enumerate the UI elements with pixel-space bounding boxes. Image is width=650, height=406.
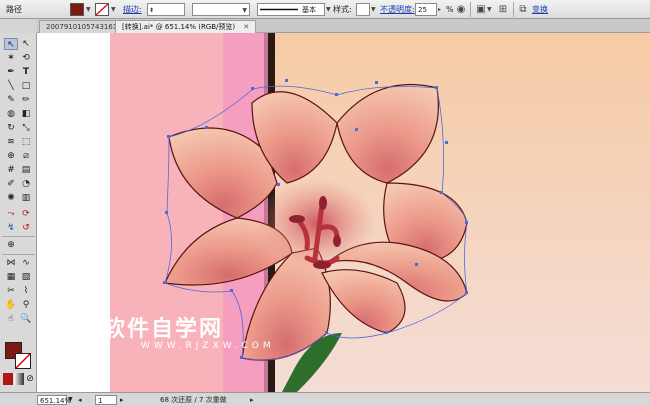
gradient-icon[interactable]: ▤ — [19, 164, 33, 176]
opacity-input[interactable]: 25 — [415, 3, 437, 16]
object-type-label: 路径 — [6, 5, 22, 14]
tab-label: [转换].ai* @ 651.14% (RGB/预览) — [122, 23, 236, 31]
stroke-weight-field[interactable]: ⬍ — [147, 3, 185, 16]
tab-document-1[interactable]: 2007910105743161 — [39, 20, 125, 33]
watermark-url: WWW.RJZXW.COM — [141, 341, 275, 351]
chevron-down-icon: ▼ — [242, 7, 247, 14]
first-page-icon[interactable]: ◂ — [78, 395, 82, 405]
scale-icon[interactable]: ⤡ — [19, 122, 33, 134]
close-icon[interactable]: ✕ — [243, 23, 249, 31]
graphic-style-swatch[interactable] — [356, 3, 370, 16]
paintbrush-icon[interactable]: ✎ — [4, 94, 18, 106]
selection-arrow-icon[interactable]: ↖ — [4, 38, 18, 50]
path-tool-icon[interactable]: ↯ — [4, 222, 18, 234]
watermark-title: 软件自学网 — [103, 317, 224, 342]
slice-icon[interactable]: ∿ — [19, 257, 33, 269]
reshape-icon[interactable]: ↺ — [19, 222, 33, 234]
opacity-label[interactable]: 不透明度: — [380, 3, 415, 16]
type-icon[interactable]: T — [19, 66, 33, 78]
mesh-icon[interactable]: # — [4, 164, 18, 176]
no-stroke-icon[interactable] — [95, 3, 109, 16]
zoom-icon[interactable]: ⚲ — [19, 299, 33, 311]
magnify-icon[interactable]: 🔍 — [19, 313, 33, 325]
zoom-dropdown-icon[interactable]: ▼ — [68, 395, 73, 405]
color-mode-icon[interactable] — [3, 373, 13, 385]
graph-icon[interactable]: ▧ — [19, 271, 33, 283]
stroke-label[interactable]: 描边: — [123, 3, 142, 16]
rectangle-icon[interactable]: □ — [19, 80, 33, 92]
align-dropdown-icon[interactable]: ▼ — [487, 3, 492, 16]
eraser-icon[interactable]: ◧ — [19, 108, 33, 120]
status-menu-icon[interactable]: ▸ — [250, 395, 254, 405]
toolbar-divider — [513, 2, 514, 17]
recolor-icon[interactable]: ◉ — [455, 3, 467, 16]
zoom-field[interactable]: 651.14% — [37, 395, 71, 405]
style-dropdown-icon[interactable]: ▼ — [371, 3, 376, 16]
tools-panel: ↖ ↖ ✶ ⟲ ✒ T ╲ □ ✎ ✏ ◍ ◧ ↻ ⤡ ≋ ⬚ ⊕ ⧄ # ▤ … — [0, 33, 37, 392]
stroke-dropdown-icon[interactable]: ▼ — [111, 3, 116, 16]
gradient-mode-icon[interactable] — [14, 373, 24, 385]
toolbar-divider — [470, 2, 471, 17]
lasso-icon[interactable]: ⟲ — [19, 52, 33, 64]
globe-icon[interactable]: ⊕ — [4, 239, 18, 251]
shape-builder-icon[interactable]: ⊕ — [4, 150, 18, 162]
stroke-profile-label: 基本 — [302, 6, 316, 14]
pencil-icon[interactable]: ✏ — [19, 94, 33, 106]
status-bar: 651.14% ▼ ◂ 1 ▸ 68 次还原 / 7 次重做 ▸ — [0, 392, 650, 406]
opacity-dropdown-icon[interactable]: ▸ — [438, 3, 441, 16]
width-tool-icon[interactable]: ⤳ — [4, 208, 18, 220]
opacity-unit: % — [446, 5, 454, 14]
pen-icon[interactable]: ✒ — [4, 66, 18, 78]
anchor-convert-icon[interactable]: ⟳ — [19, 208, 33, 220]
page-field[interactable]: 1 — [95, 395, 117, 405]
perspective-grid-icon[interactable]: ⧄ — [19, 150, 33, 162]
blend-icon[interactable]: ◔ — [19, 178, 33, 190]
fill-swatch[interactable] — [70, 3, 84, 16]
artboard-icon[interactable]: ⋈ — [4, 257, 18, 269]
align-icon[interactable]: ▣ — [475, 3, 487, 16]
document-tabs: 2007910105743161 [转换].ai* @ 651.14% (RGB… — [37, 19, 650, 33]
stroke-weight-stepper-icon[interactable]: ⬍ — [149, 4, 154, 17]
history-status: 68 次还原 / 7 次重做 — [160, 396, 227, 404]
none-mode-icon[interactable]: ⊘ — [25, 373, 35, 385]
stroke-color-swatch[interactable] — [15, 353, 31, 369]
free-transform-icon[interactable]: ⬚ — [19, 136, 33, 148]
direct-selection-icon[interactable]: ↖ — [19, 38, 33, 50]
eyedropper-icon[interactable]: ✐ — [4, 178, 18, 190]
profile-dropdown-icon[interactable]: ▼ — [326, 3, 331, 16]
fill-dropdown-icon[interactable]: ▼ — [86, 3, 91, 16]
control-bar: 路径 ▼ ▼ 描边: ⬍ ▼ 基本 ▼ 样式: ▼ 不透明度: 25 ▸ % ◉… — [0, 0, 650, 19]
tool-divider — [2, 236, 35, 237]
symbol-sprayer-icon[interactable]: ✺ — [4, 192, 18, 204]
column-graph-icon[interactable]: ▥ — [19, 192, 33, 204]
stroke-profile-select[interactable]: 基本 — [257, 3, 325, 16]
print-tiling-icon[interactable]: ☝ — [4, 313, 18, 325]
tool-divider — [2, 254, 35, 255]
hand-icon[interactable]: ✋ — [4, 299, 18, 311]
magic-wand-icon[interactable]: ✶ — [4, 52, 18, 64]
knife-icon[interactable]: ⌇ — [19, 285, 33, 297]
tab-document-2[interactable]: [转换].ai* @ 651.14% (RGB/预览) ✕ — [115, 20, 257, 33]
isolate-icon[interactable]: ⧉ — [517, 3, 529, 16]
transform-label[interactable]: 变换 — [532, 3, 548, 16]
tab-label: 2007910105743161 — [46, 23, 118, 31]
warp-icon[interactable]: ≋ — [4, 136, 18, 148]
chart-icon[interactable]: ▦ — [4, 271, 18, 283]
blob-brush-icon[interactable]: ◍ — [4, 108, 18, 120]
artboard-canvas[interactable]: 软件自学网 WWW.RJZXW.COM — [37, 33, 650, 392]
line-segment-icon[interactable]: ╲ — [4, 80, 18, 92]
rotate-icon[interactable]: ↻ — [4, 122, 18, 134]
next-page-icon[interactable]: ▸ — [120, 395, 124, 405]
scissors-icon[interactable]: ✂ — [4, 285, 18, 297]
reference-point-icon[interactable]: ⊞ — [497, 3, 509, 16]
style-label: 样式: — [333, 5, 352, 14]
variable-width-field[interactable]: ▼ — [192, 3, 250, 16]
